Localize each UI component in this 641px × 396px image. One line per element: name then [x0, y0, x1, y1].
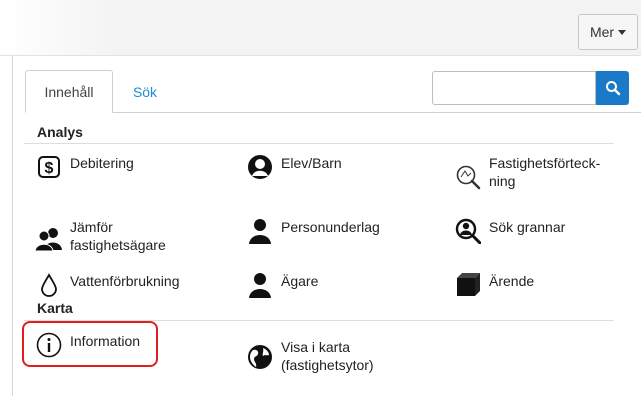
search-map-icon [453, 162, 483, 192]
tab-divider [25, 112, 641, 113]
menu-item-vattenforbrukning[interactable]: Vattenförbrukning [34, 270, 179, 300]
menu-item-debitering[interactable]: $ Debitering [34, 152, 134, 182]
search-button[interactable] [596, 71, 629, 105]
menu-item-fastighetsforteckning[interactable]: Fastighetsförteck- ning [453, 152, 600, 192]
menu-item-label: Jämför fastighetsägare [70, 219, 166, 253]
menu-item-elev-barn[interactable]: Elev/Barn [245, 152, 342, 182]
menu-item-jamfor-fastighetsagare[interactable]: Jämför fastighetsägare [34, 216, 166, 254]
highlight-outline [22, 321, 158, 367]
search-person-icon [453, 216, 483, 246]
person-circle-icon [245, 152, 275, 182]
water-drop-icon [34, 270, 64, 300]
menu-item-label: Fastighetsförteck- ning [489, 155, 601, 189]
section-divider [24, 143, 614, 144]
section-title-analys: Analys [37, 124, 83, 140]
menu-item-personunderlag[interactable]: Personunderlag [245, 216, 380, 246]
people-icon [34, 224, 64, 254]
menu-item-label: Debitering [70, 155, 134, 171]
more-button-label: Mer [589, 24, 615, 40]
menu-item-label: Ägare [281, 273, 319, 289]
chevron-down-icon [618, 29, 627, 35]
globe-icon [245, 342, 275, 372]
tab-sok[interactable]: Sök [119, 70, 171, 113]
person-icon [245, 270, 275, 300]
cube-icon [453, 270, 483, 300]
search-input[interactable] [432, 71, 596, 105]
dollar-icon: $ [34, 152, 64, 182]
menu-item-visa-i-karta[interactable]: Visa i karta (fastighetsytor) [245, 336, 374, 374]
menu-item-label: Sök grannar [489, 219, 566, 235]
menu-item-arende[interactable]: Ärende [453, 270, 534, 300]
menu-item-label: Ärende [489, 273, 535, 289]
section-title-karta: Karta [37, 300, 73, 316]
more-dropdown-button[interactable]: Mer [578, 14, 638, 50]
person-icon [245, 216, 275, 246]
menu-item-label: Visa i karta (fastighetsytor) [281, 339, 374, 373]
search-icon [605, 81, 620, 96]
svg-text:$: $ [45, 160, 54, 177]
menu-item-label: Personunderlag [281, 219, 380, 235]
top-bar: Mer [0, 0, 641, 56]
tab-innehall[interactable]: Innehåll [25, 70, 113, 113]
menu-item-label: Vattenförbrukning [70, 273, 180, 289]
menu-item-label: Elev/Barn [281, 155, 342, 171]
menu-item-sok-grannar[interactable]: Sök grannar [453, 216, 565, 246]
menu-item-agare[interactable]: Ägare [245, 270, 318, 300]
